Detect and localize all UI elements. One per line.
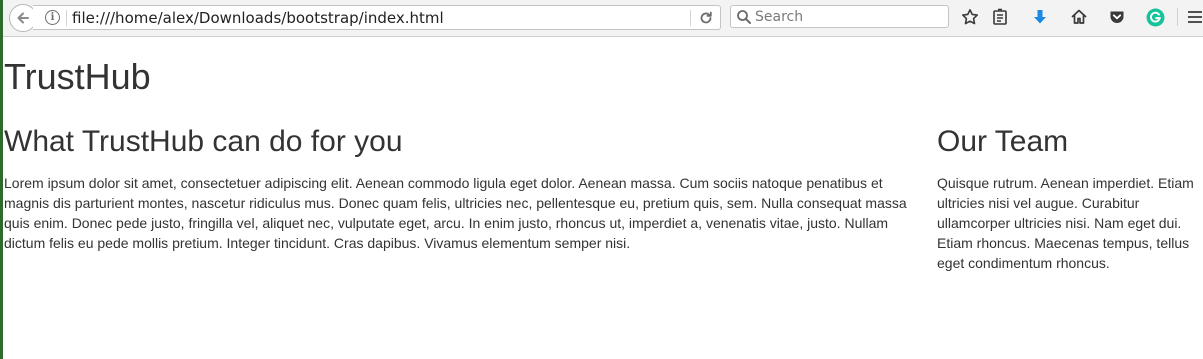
reload-separator bbox=[690, 10, 691, 26]
menu-button[interactable] bbox=[1185, 7, 1203, 27]
section-body-team: Quisque rutrum. Aenean imperdiet. Etiam … bbox=[937, 175, 1194, 271]
page-content: TrustHub What TrustHub can do for you Lo… bbox=[4, 37, 1203, 359]
pocket-button[interactable] bbox=[1107, 7, 1127, 27]
info-icon[interactable]: i bbox=[45, 10, 60, 25]
home-icon bbox=[1071, 9, 1087, 24]
hamburger-menu-icon bbox=[1188, 11, 1202, 23]
search-bar[interactable] bbox=[730, 5, 949, 28]
toolbar-separator bbox=[1177, 8, 1178, 26]
home-button[interactable] bbox=[1069, 7, 1089, 27]
url-text[interactable]: file:///home/alex/Downloads/bootstrap/in… bbox=[72, 9, 444, 27]
bookmark-star-button[interactable] bbox=[960, 7, 980, 27]
search-input[interactable] bbox=[755, 7, 945, 27]
section-body-features: Lorem ipsum dolor sit amet, consectetuer… bbox=[4, 175, 907, 251]
reading-list-button[interactable] bbox=[990, 7, 1010, 27]
grammarly-icon bbox=[1146, 8, 1164, 26]
grammarly-button[interactable] bbox=[1145, 7, 1165, 27]
search-icon bbox=[737, 10, 751, 24]
reload-icon[interactable] bbox=[698, 10, 714, 26]
url-separator bbox=[66, 10, 67, 26]
browser-toolbar: i file:///home/alex/Downloads/bootstrap/… bbox=[3, 0, 1203, 37]
page-title: TrustHub bbox=[4, 56, 151, 97]
reading-list-icon bbox=[993, 8, 1007, 25]
back-arrow-icon bbox=[17, 12, 29, 24]
downloads-button[interactable] bbox=[1030, 7, 1050, 27]
section-heading-features: What TrustHub can do for you bbox=[4, 125, 403, 158]
address-bar[interactable]: i file:///home/alex/Downloads/bootstrap/… bbox=[33, 5, 721, 30]
pocket-icon bbox=[1110, 11, 1124, 24]
window-left-edge bbox=[0, 0, 3, 359]
star-icon bbox=[962, 9, 978, 25]
section-heading-team: Our Team bbox=[937, 125, 1069, 158]
download-arrow-icon bbox=[1034, 10, 1046, 24]
